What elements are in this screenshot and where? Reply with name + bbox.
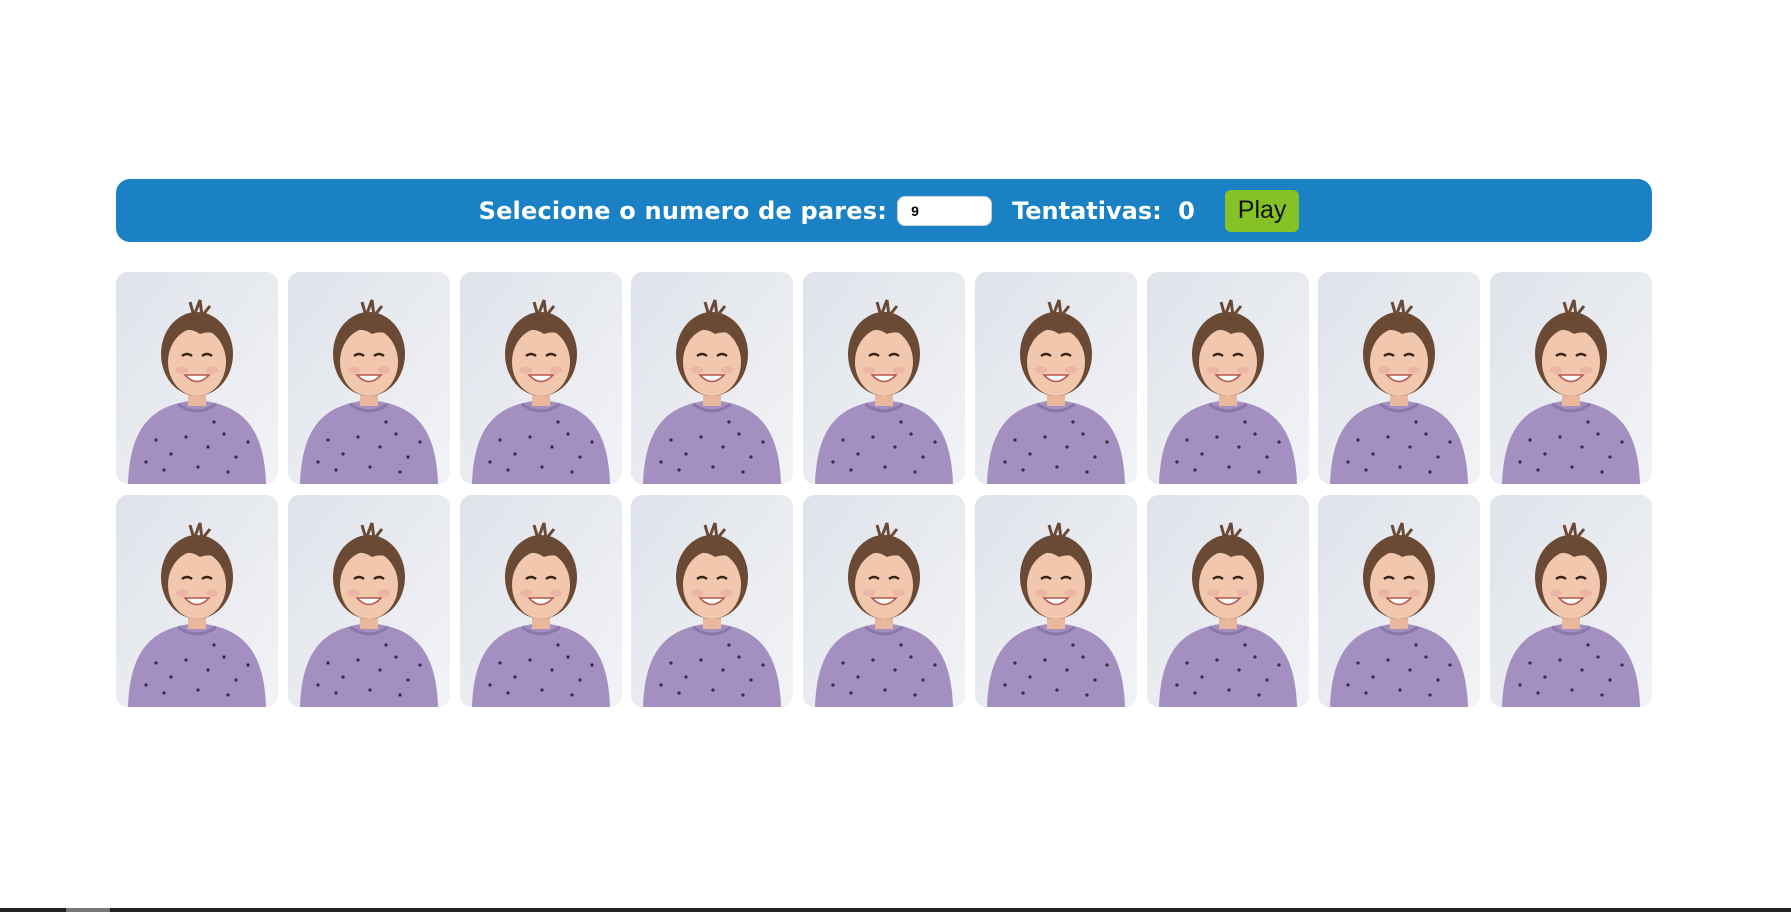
card-image — [974, 495, 1137, 707]
card-image — [631, 495, 794, 707]
memory-card[interactable] — [1318, 495, 1481, 707]
card-image — [1318, 495, 1481, 707]
memory-card[interactable] — [974, 272, 1137, 484]
card-image — [803, 272, 965, 484]
header-controls: Selecione o numero de pares: Tentativas:… — [478, 189, 1300, 232]
memory-card[interactable] — [631, 495, 794, 707]
memory-game-page: Selecione o numero de pares: Tentativas:… — [0, 0, 1791, 912]
card-image — [459, 495, 622, 707]
memory-card[interactable] — [631, 272, 794, 484]
card-image — [1146, 495, 1309, 707]
memory-card[interactable] — [116, 495, 278, 707]
play-button[interactable]: Play — [1224, 189, 1300, 232]
memory-card[interactable] — [1146, 495, 1309, 707]
memory-card[interactable] — [287, 272, 450, 484]
attempts-value: 0 — [1178, 196, 1195, 225]
bottom-border — [0, 908, 1791, 912]
pairs-input[interactable] — [897, 195, 993, 226]
card-image — [1146, 272, 1309, 484]
card-image — [974, 272, 1137, 484]
card-image — [1490, 495, 1652, 707]
memory-card[interactable] — [1146, 272, 1309, 484]
bottom-scroll-indicator — [66, 908, 110, 912]
memory-card[interactable] — [459, 272, 622, 484]
attempts-label: Tentativas: — [1012, 196, 1162, 225]
card-image — [287, 495, 450, 707]
memory-card[interactable] — [116, 272, 278, 484]
card-image — [459, 272, 622, 484]
card-image — [803, 495, 965, 707]
memory-card[interactable] — [1490, 272, 1652, 484]
memory-card[interactable] — [459, 495, 622, 707]
card-image — [631, 272, 794, 484]
memory-card[interactable] — [803, 495, 965, 707]
card-image — [116, 272, 278, 484]
memory-card[interactable] — [1490, 495, 1652, 707]
card-image — [1318, 272, 1481, 484]
memory-card[interactable] — [803, 272, 965, 484]
memory-card[interactable] — [287, 495, 450, 707]
card-image — [116, 495, 278, 707]
pairs-label: Selecione o numero de pares: — [478, 196, 888, 225]
memory-card[interactable] — [974, 495, 1137, 707]
attempts-counter: Tentativas: 0 — [1012, 197, 1195, 225]
card-image — [1490, 272, 1652, 484]
card-image — [287, 272, 450, 484]
card-grid — [116, 272, 1652, 707]
memory-card[interactable] — [1318, 272, 1481, 484]
game-header: Selecione o numero de pares: Tentativas:… — [116, 179, 1652, 242]
